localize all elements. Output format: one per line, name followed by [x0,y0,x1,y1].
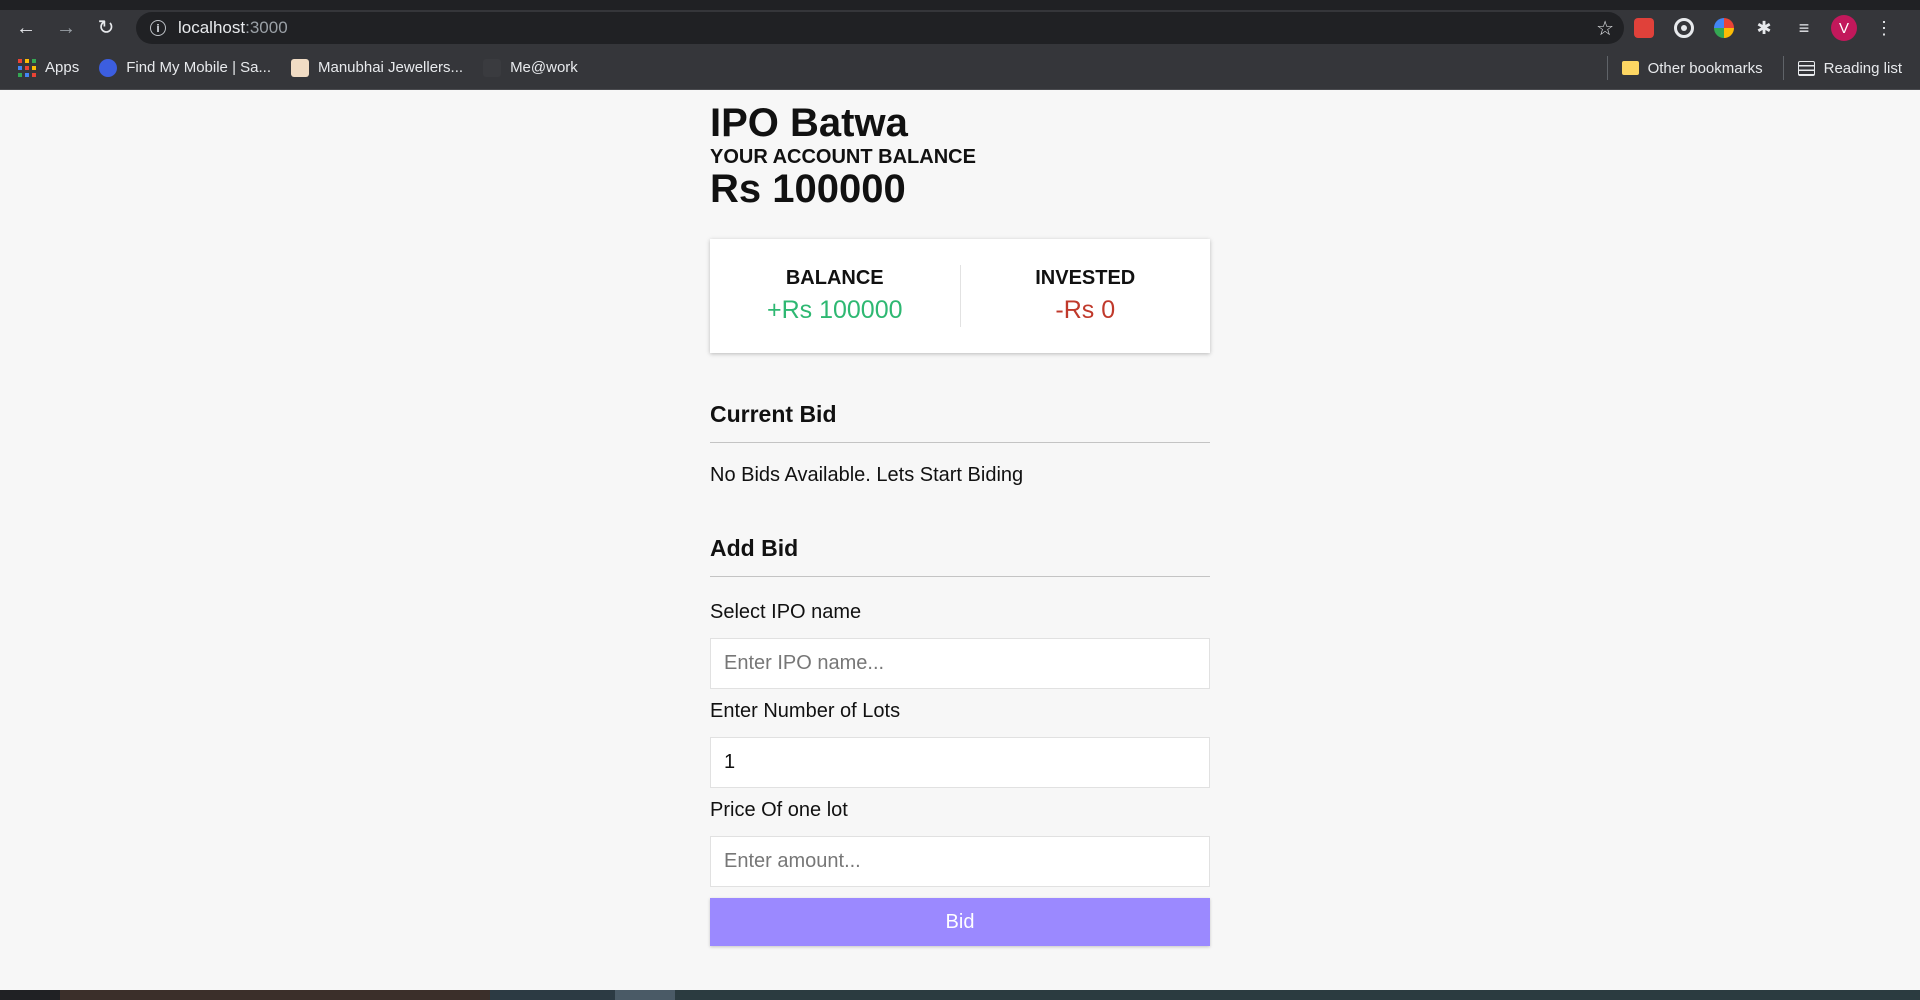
balance-value: +Rs 100000 [766,296,903,324]
media-control-icon[interactable]: ≡ [1790,14,1818,42]
reading-list[interactable]: Reading list [1797,59,1902,77]
extension-color-icon[interactable] [1710,14,1738,42]
apps-grid-icon [18,58,36,77]
balance-caption: YOUR ACCOUNT BALANCE [710,146,976,168]
bookmarks-separator [1782,56,1784,80]
add-bid-heading: Add Bid [710,535,799,561]
manubhai-favicon-icon [290,58,309,77]
bookmark-apps[interactable]: Apps [18,58,80,77]
taskbar [0,990,1920,1000]
bookmark-me-at-work[interactable]: Me@work [483,58,578,77]
page-content: IPO Batwa YOUR ACCOUNT BALANCE Rs 100000… [0,91,1920,990]
forward-arrow-icon[interactable]: → [52,14,80,42]
price-input[interactable] [710,836,1210,887]
bookmark-label: Apps [45,59,80,76]
browser-menu-icon[interactable]: ⋮ [1870,14,1898,42]
address-bar[interactable]: i localhost:3000 ☆ [136,12,1624,44]
bookmark-find-my-mobile[interactable]: Find My Mobile | Sa... [99,58,271,77]
back-arrow-icon[interactable]: ← [12,14,40,42]
extension-target-icon[interactable] [1670,14,1698,42]
invested-value: -Rs 0 [1055,296,1116,324]
site-info-icon[interactable]: i [150,20,166,36]
other-bookmarks-label: Other bookmarks [1647,59,1763,77]
bookmark-label: Me@work [510,59,578,76]
page-title: IPO Batwa [710,101,908,145]
bookmarks-separator [1606,56,1608,80]
balance-summary: BALANCE +Rs 100000 [710,267,960,325]
url-host: localhost [178,18,246,37]
avatar: V [1831,15,1857,41]
taskbar-segment [60,990,490,1000]
balance-label: BALANCE [785,267,884,289]
price-label: Price Of one lot [710,799,848,821]
summary-card: BALANCE +Rs 100000 INVESTED -Rs 0 [710,239,1210,353]
browser-toolbar: ← → ↻ i localhost:3000 ☆ ✱ ≡ V ⋮ [0,10,1920,46]
other-bookmarks[interactable]: Other bookmarks [1621,59,1763,77]
current-bid-divider [710,442,1210,443]
extensions-puzzle-icon[interactable]: ✱ [1750,14,1778,42]
taskbar-segment [615,990,675,1000]
folder-icon [1621,61,1639,75]
add-bid-divider [710,576,1210,577]
tab-strip [0,0,1920,10]
profile-avatar-button[interactable]: V [1830,14,1858,42]
lots-input[interactable] [710,737,1210,788]
bookmark-star-icon[interactable]: ☆ [1596,16,1614,41]
bid-button[interactable]: Bid [710,898,1210,946]
extension-red-icon[interactable] [1630,14,1658,42]
taskbar-segment [675,990,1920,1000]
bookmarks-bar: Apps Find My Mobile | Sa... Manubhai Jew… [0,46,1920,90]
current-bid-heading: Current Bid [710,401,837,427]
lots-label: Enter Number of Lots [710,700,901,722]
reading-list-label: Reading list [1823,59,1902,77]
ipo-name-input[interactable] [710,638,1210,689]
url-port: :3000 [245,18,288,37]
bookmarks-right: Other bookmarks Reading list [1606,46,1902,90]
bookmark-manubhai[interactable]: Manubhai Jewellers... [290,58,464,77]
ipo-name-label: Select IPO name [710,601,862,623]
reading-list-icon [1797,60,1815,76]
taskbar-segment [490,990,615,1000]
invested-summary: INVESTED -Rs 0 [961,267,1211,325]
invested-label: INVESTED [1035,267,1136,289]
me-at-work-favicon-icon [483,58,502,77]
no-bids-message: No Bids Available. Lets Start Biding [710,464,1024,486]
bookmark-label: Manubhai Jewellers... [317,59,464,76]
extensions-area: ✱ ≡ V ⋮ [1630,14,1910,42]
reload-icon[interactable]: ↻ [92,14,120,42]
find-my-mobile-icon [99,58,118,77]
bookmark-label: Find My Mobile | Sa... [126,59,271,76]
balance-amount: Rs 100000 [710,167,906,211]
